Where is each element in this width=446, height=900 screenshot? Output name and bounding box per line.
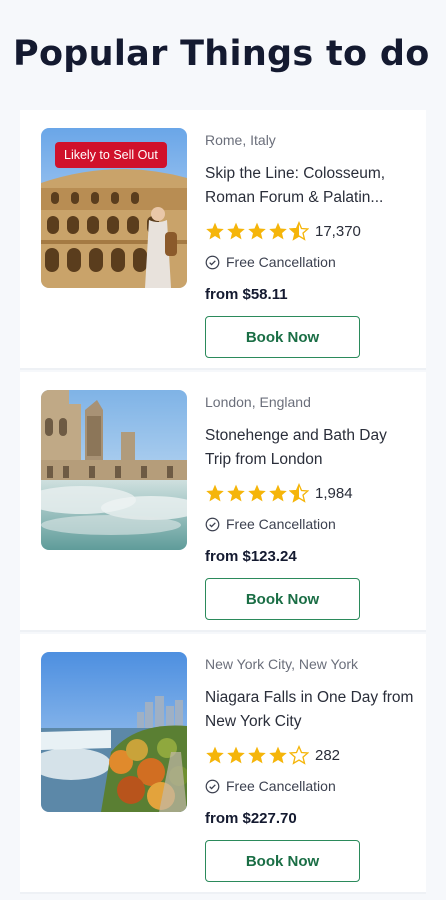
star-full-icon: [227, 222, 245, 240]
tour-title[interactable]: Niagara Falls in One Day from New York C…: [205, 686, 415, 734]
review-count: 282: [315, 746, 341, 764]
tour-price: from $58.11: [205, 286, 288, 303]
tour-image-niagara-falls[interactable]: [41, 652, 187, 812]
star-full-icon: [248, 222, 266, 240]
tour-image-colosseum[interactable]: Likely to Sell Out: [41, 128, 187, 288]
tour-card-new-york[interactable]: New York City, New York Niagara Falls in…: [20, 634, 426, 894]
tour-title[interactable]: Skip the Line: Colosseum, Roman Forum & …: [205, 162, 415, 210]
check-circle-icon: [205, 779, 220, 793]
free-cancellation: Free Cancellation: [205, 514, 415, 534]
check-circle-icon: [205, 255, 220, 269]
star-full-icon: [227, 746, 245, 764]
tour-location: Rome, Italy: [205, 132, 276, 148]
free-cancellation: Free Cancellation: [205, 252, 415, 272]
cancellation-label: Free Cancellation: [226, 516, 336, 532]
cancellation-label: Free Cancellation: [226, 778, 336, 794]
book-now-button[interactable]: Book Now: [205, 316, 360, 358]
star-full-icon: [248, 746, 266, 764]
tour-list: Likely to Sell Out Rome, Italy Skip the …: [20, 110, 426, 894]
star-full-icon: [269, 484, 287, 502]
star-full-icon: [206, 746, 224, 764]
star-rating: 282: [205, 743, 415, 767]
page-title: Popular Things to do: [13, 34, 430, 74]
star-rating: 17,370: [205, 219, 415, 243]
star-full-icon: [206, 222, 224, 240]
book-now-button[interactable]: Book Now: [205, 840, 360, 882]
free-cancellation: Free Cancellation: [205, 776, 415, 796]
star-half-icon: [289, 221, 309, 241]
tour-card-rome[interactable]: Likely to Sell Out Rome, Italy Skip the …: [20, 110, 426, 370]
tour-price: from $227.70: [205, 810, 297, 827]
star-full-icon: [248, 484, 266, 502]
star-empty-icon: [289, 745, 309, 765]
star-full-icon: [269, 746, 287, 764]
review-count: 17,370: [315, 222, 361, 240]
book-now-button[interactable]: Book Now: [205, 578, 360, 620]
tour-card-london[interactable]: London, England Stonehenge and Bath Day …: [20, 372, 426, 632]
tour-location: London, England: [205, 394, 311, 410]
star-full-icon: [269, 222, 287, 240]
star-full-icon: [227, 484, 245, 502]
sell-out-badge: Likely to Sell Out: [55, 142, 167, 168]
star-half-icon: [289, 483, 309, 503]
tour-price: from $123.24: [205, 548, 297, 565]
cancellation-label: Free Cancellation: [226, 254, 336, 270]
tour-location: New York City, New York: [205, 656, 359, 672]
tour-title[interactable]: Stonehenge and Bath Day Trip from London: [205, 424, 415, 472]
review-count: 1,984: [315, 484, 353, 502]
check-circle-icon: [205, 517, 220, 531]
tour-image-roman-baths[interactable]: [41, 390, 187, 550]
star-rating: 1,984: [205, 481, 415, 505]
star-full-icon: [206, 484, 224, 502]
